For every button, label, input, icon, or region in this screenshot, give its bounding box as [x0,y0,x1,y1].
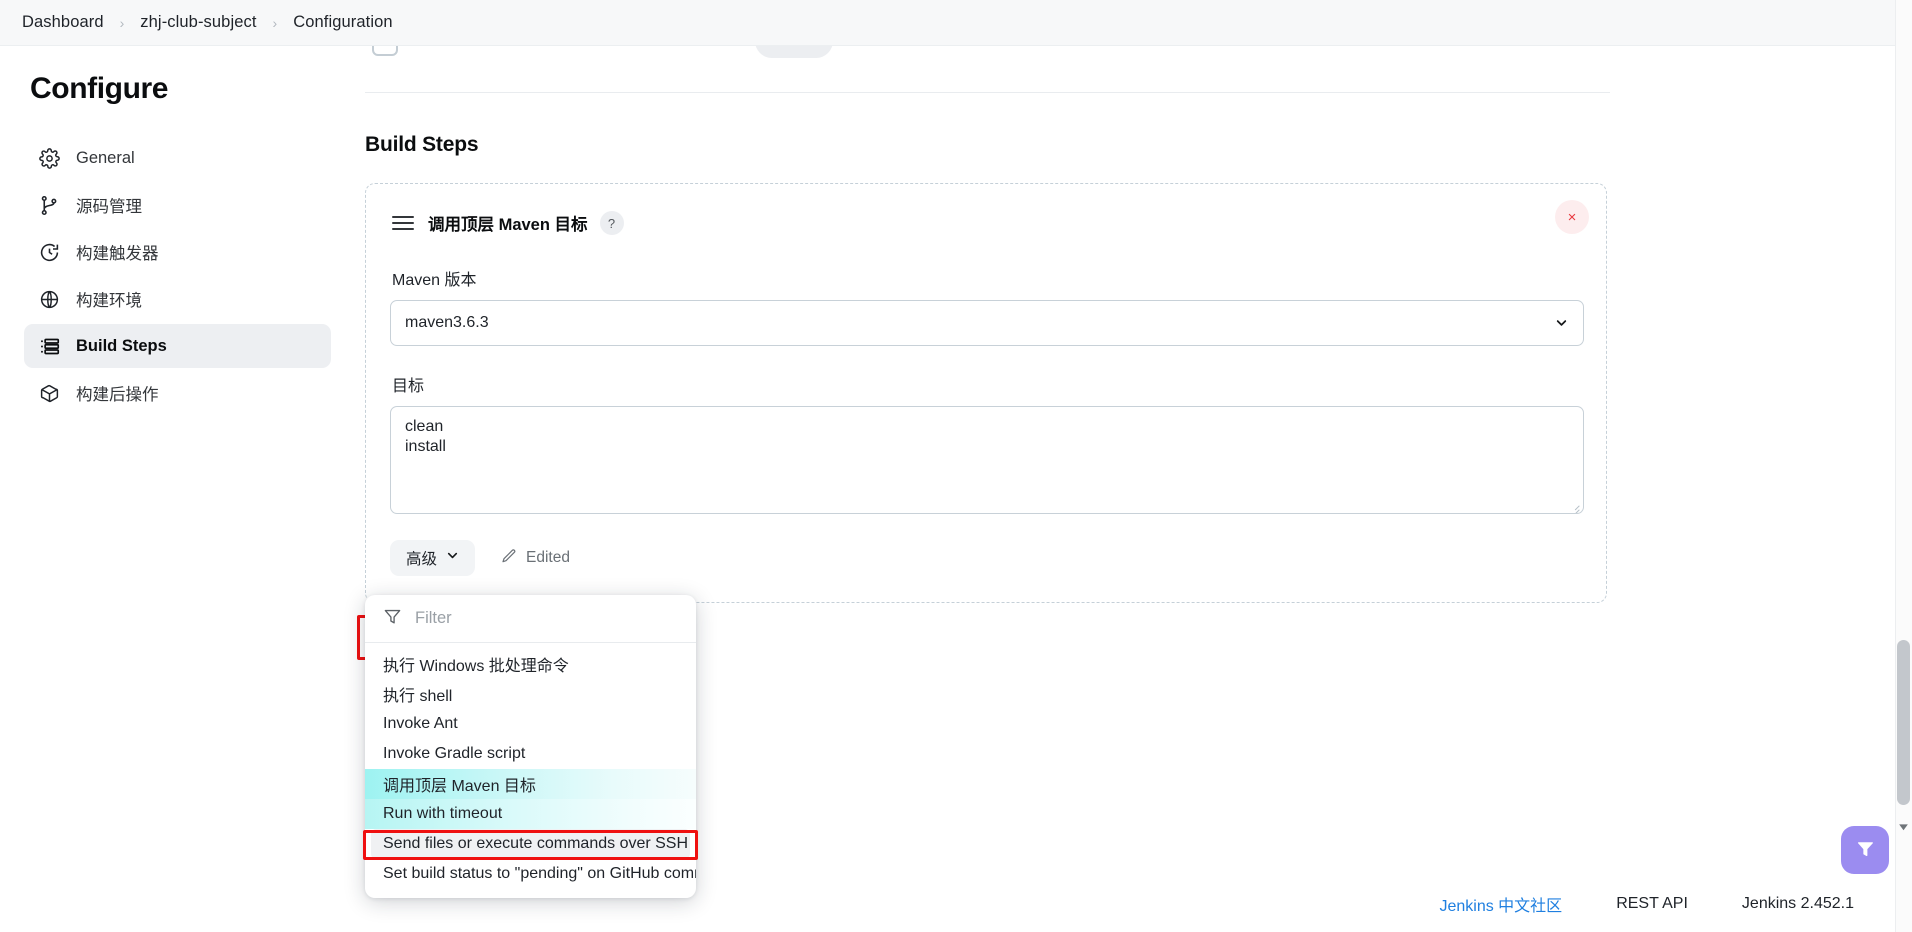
sidebar-item-label: 构建触发器 [76,245,159,263]
dropdown-filter-row[interactable]: Filter [365,595,696,643]
edited-status: Edited [501,548,570,569]
menu-item-set-build-status-github[interactable]: Set build status to "pending" on GitHub … [365,859,696,889]
gear-icon [38,147,60,169]
menu-item-execute-shell[interactable]: 执行 shell [365,679,696,709]
breadcrumb-item-dashboard[interactable]: Dashboard [16,11,110,34]
maven-version-label: Maven 版本 [392,272,477,289]
help-icon[interactable]: ? [599,211,624,235]
footer-rest-api-link[interactable]: REST API [1616,895,1688,913]
menu-item-send-files-over-ssh[interactable]: Send files or execute commands over SSH [371,829,690,859]
menu-item-invoke-ant[interactable]: Invoke Ant [365,709,696,739]
breadcrumb-item-project[interactable]: zhj-club-subject [134,11,262,34]
filter-input[interactable]: Filter [415,609,452,628]
scrolled-off-controls [355,24,1912,92]
add-build-step-dropdown: Filter 执行 Windows 批处理命令 执行 shell Invoke … [365,595,696,898]
chevron-down-icon [1555,317,1568,330]
sidebar-item-build-steps[interactable]: Build Steps [24,324,331,368]
sidebar-item-general[interactable]: General [24,136,331,180]
scrollbar-arrow-down-icon[interactable] [1897,820,1910,833]
sidebar-item-build-triggers[interactable]: 构建触发器 [24,230,331,274]
breadcrumb-separator: › [272,14,278,31]
build-step-title: 调用顶层 Maven 目标 [428,216,588,234]
maven-version-value: maven3.6.3 [405,314,489,331]
sidebar-item-label: Build Steps [76,336,167,355]
section-divider [365,92,1610,93]
clock-icon [38,241,60,263]
advanced-label: 高级 [406,551,438,568]
footer: Jenkins 中文社区 REST API Jenkins 2.452.1 [0,876,1888,932]
sidebar-item-label: 构建后操作 [76,386,159,404]
close-icon[interactable]: × [1555,200,1589,234]
build-step-header: 调用顶层 Maven 目标 ? [390,206,1582,240]
sidebar-item-post-build-actions[interactable]: 构建后操作 [24,371,331,415]
build-step-footer: 高级 Edited [390,540,1582,576]
floating-filter-button[interactable] [1841,826,1889,874]
maven-version-select[interactable]: maven3.6.3 [390,300,1584,346]
breadcrumb-item-configuration[interactable]: Configuration [287,11,398,34]
chevron-down-icon [446,549,459,567]
dropdown-menu-list: 执行 Windows 批处理命令 执行 shell Invoke Ant Inv… [365,643,696,889]
goals-label: 目标 [392,378,425,395]
filter-icon [383,607,402,631]
menu-item-windows-batch[interactable]: 执行 Windows 批处理命令 [365,649,696,679]
scrollbar-thumb[interactable] [1897,640,1910,805]
pencil-icon [501,548,517,569]
menu-item-run-with-timeout[interactable]: Run with timeout [365,799,696,829]
list-icon [38,335,60,357]
goals-textarea[interactable]: clean install [390,406,1584,514]
breadcrumb: Dashboard › zhj-club-subject › Configura… [0,0,1912,46]
footer-version-label: Jenkins 2.452.1 [1741,895,1854,912]
sidebar-item-build-environment[interactable]: 构建环境 [24,277,331,321]
package-icon [38,382,60,404]
resize-grip-icon[interactable] [1569,499,1580,510]
breadcrumb-separator: › [119,14,125,31]
menu-item-invoke-maven[interactable]: 调用顶层 Maven 目标 [365,769,696,799]
build-step-card: 调用顶层 Maven 目标 ? × Maven 版本 maven3.6.3 目标… [365,183,1607,603]
sidebar-item-source-control[interactable]: 源码管理 [24,183,331,227]
section-heading-build-steps: Build Steps [365,133,479,156]
sidebar-item-label: 源码管理 [76,198,142,216]
edited-label: Edited [526,549,570,566]
sidebar-item-label: 构建环境 [76,292,142,310]
page-title: Configure [30,72,169,105]
drag-handle-icon[interactable] [390,210,416,236]
globe-icon [38,288,60,310]
sidebar: Configure General 源码管理 构建触发器 构建环境 Build … [0,46,355,932]
menu-item-invoke-gradle[interactable]: Invoke Gradle script [365,739,696,769]
sidebar-item-label: General [76,148,135,167]
branch-icon [38,194,60,216]
funnel-icon [1854,838,1876,863]
advanced-button[interactable]: 高级 [390,540,476,576]
footer-community-link[interactable]: Jenkins 中文社区 [1439,892,1562,916]
